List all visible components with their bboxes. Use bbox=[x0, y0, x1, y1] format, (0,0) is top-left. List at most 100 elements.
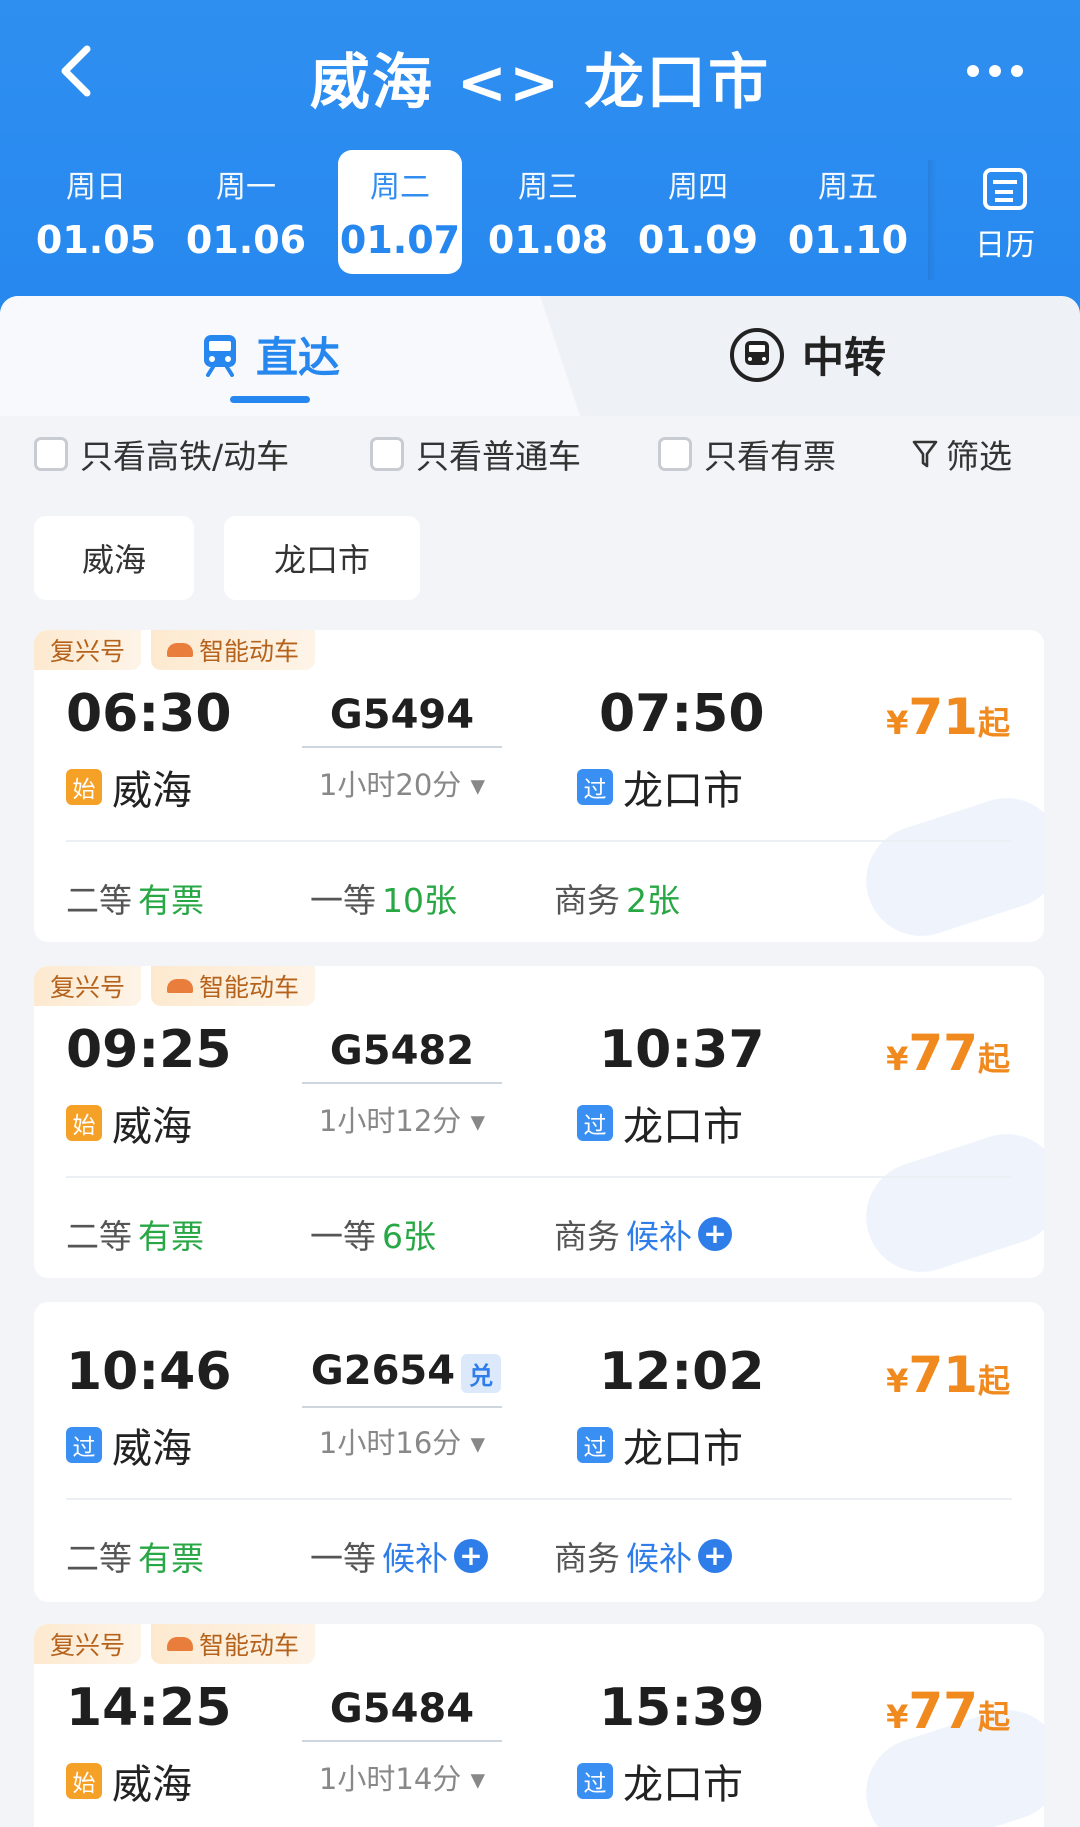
date-item[interactable]: 周五 01.10 bbox=[786, 150, 910, 274]
departure-station: 始 威海 bbox=[66, 1752, 192, 1810]
train-number: G5482 bbox=[329, 1028, 475, 1074]
calendar-button[interactable]: 日历 bbox=[945, 156, 1065, 276]
caret-down-icon: ▾ bbox=[470, 1104, 486, 1138]
train-icon bbox=[204, 334, 236, 377]
filter-normal[interactable]: 只看普通车 bbox=[370, 430, 581, 478]
filter-button[interactable]: 筛选 bbox=[912, 430, 1012, 478]
card-divider bbox=[66, 840, 1012, 842]
fuxing-badge: 复兴号 bbox=[34, 966, 142, 1006]
station-chip-destination[interactable]: 龙口市 bbox=[224, 516, 420, 600]
date-item[interactable]: 周三 01.08 bbox=[486, 150, 610, 274]
train-number: G5494 bbox=[329, 692, 475, 738]
tab-underline bbox=[230, 396, 310, 403]
plus-icon[interactable]: + bbox=[698, 1217, 732, 1251]
calendar-icon bbox=[983, 168, 1027, 210]
seat-first-class[interactable]: 一等 候补 + bbox=[310, 1532, 554, 1580]
departure-time: 10:46 bbox=[66, 1342, 232, 1402]
caret-down-icon: ▾ bbox=[470, 1762, 486, 1796]
date-item[interactable]: 周一 01.06 bbox=[184, 150, 308, 274]
checkbox[interactable] bbox=[34, 437, 68, 471]
arrival-station: 过 龙口市 bbox=[577, 1752, 743, 1810]
smart-train-badge: 智能动车 bbox=[151, 966, 316, 1006]
seat-business-class[interactable]: 商务 候补 + bbox=[554, 1532, 798, 1580]
departure-station: 过 威海 bbox=[66, 1416, 192, 1474]
card-divider bbox=[66, 1176, 1012, 1178]
departure-station: 始 威海 bbox=[66, 758, 192, 816]
page-title: 威海 <> 龙口市 bbox=[309, 48, 771, 118]
seat-availability: 二等 有票 一等 10张 商务 2张 bbox=[66, 874, 798, 922]
tab-direct[interactable]: 直达 bbox=[200, 324, 340, 385]
plus-icon[interactable]: + bbox=[698, 1539, 732, 1573]
departure-station: 始 威海 bbox=[66, 1094, 192, 1152]
seat-business-class: 商务 2张 bbox=[554, 881, 680, 920]
price: ¥77 起 bbox=[886, 1024, 1010, 1082]
seat-first-class: 一等 10张 bbox=[310, 881, 457, 920]
arrival-time: 12:02 bbox=[599, 1342, 765, 1402]
start-tag: 始 bbox=[66, 769, 102, 805]
date-item-selected[interactable]: 周二 01.07 bbox=[338, 150, 462, 274]
train-nose-icon bbox=[167, 1637, 194, 1651]
checkbox[interactable] bbox=[370, 437, 404, 471]
train-card[interactable]: 复兴号 智能动车 09:25 G5482 10:37 ¥77 起 始 威海 1小时… bbox=[34, 966, 1044, 1278]
date-item[interactable]: 周四 01.09 bbox=[636, 150, 760, 274]
date-strip: 周日 01.05 周一 01.06 周二 01.07 周三 01.08 周四 0… bbox=[28, 146, 928, 276]
fuxing-badge: 复兴号 bbox=[34, 630, 142, 670]
duration[interactable]: 1小时20分 ▾ bbox=[302, 762, 502, 804]
train-nose-icon bbox=[167, 643, 194, 657]
train-card[interactable]: 复兴号 智能动车 14:25 G5484 15:39 ¥77 起 始 威海 1小时… bbox=[34, 1624, 1044, 1827]
departure-time: 09:25 bbox=[66, 1020, 232, 1080]
duration[interactable]: 1小时16分 ▾ bbox=[302, 1420, 502, 1462]
train-line bbox=[302, 1740, 502, 1742]
filter-high-speed[interactable]: 只看高铁/动车 bbox=[34, 430, 289, 478]
pass-tag: 过 bbox=[577, 769, 613, 805]
train-line bbox=[302, 1082, 502, 1084]
date-item[interactable]: 周日 01.05 bbox=[34, 150, 158, 274]
caret-down-icon: ▾ bbox=[470, 768, 486, 802]
arrival-station: 过 龙口市 bbox=[577, 1094, 743, 1152]
train-nose-icon bbox=[167, 979, 194, 993]
tab-transfer[interactable]: 中转 bbox=[728, 324, 886, 385]
arrival-time: 07:50 bbox=[599, 684, 765, 744]
station-chip-origin[interactable]: 威海 bbox=[34, 516, 194, 600]
start-tag: 始 bbox=[66, 1763, 102, 1799]
train-line bbox=[302, 746, 502, 748]
smart-train-badge: 智能动车 bbox=[151, 1624, 316, 1664]
station-chips: 威海 龙口市 bbox=[34, 516, 420, 600]
more-dots-icon bbox=[967, 65, 979, 77]
funnel-icon bbox=[912, 440, 938, 468]
seat-availability: 二等 有票 一等 候补 + 商务 候补 + bbox=[66, 1532, 798, 1580]
pass-tag: 过 bbox=[577, 1763, 613, 1799]
train-number: G5484 bbox=[329, 1686, 475, 1732]
train-card[interactable]: 10:46 G2654 兑 12:02 ¥71 起 过 威海 1小时16分 ▾ 过 … bbox=[34, 1302, 1044, 1602]
arrival-station: 过 龙口市 bbox=[577, 1416, 743, 1474]
price: ¥71 起 bbox=[886, 1346, 1010, 1404]
exchange-badge: 兑 bbox=[461, 1353, 502, 1393]
filter-bar: 只看高铁/动车 只看普通车 只看有票 筛选 bbox=[0, 430, 1080, 490]
header: 威海 <> 龙口市 周日 01.05 周一 01.06 周二 01.07 周三 … bbox=[0, 0, 1080, 330]
fuxing-badge: 复兴号 bbox=[34, 1624, 142, 1664]
card-decoration bbox=[851, 783, 1044, 942]
checkbox[interactable] bbox=[658, 437, 692, 471]
card-decoration bbox=[851, 1119, 1044, 1278]
seat-second-class: 二等 有票 bbox=[66, 881, 204, 920]
filter-available[interactable]: 只看有票 bbox=[658, 430, 836, 478]
seat-second-class: 二等 有票 bbox=[66, 1539, 204, 1578]
card-divider bbox=[66, 1498, 1012, 1500]
plus-icon[interactable]: + bbox=[454, 1539, 488, 1573]
price: ¥71 起 bbox=[886, 688, 1010, 746]
train-card[interactable]: 复兴号 智能动车 06:30 G5494 07:50 ¥71 起 始 威海 1小时… bbox=[34, 630, 1044, 942]
seat-business-class[interactable]: 商务 候补 + bbox=[554, 1210, 798, 1258]
arrival-time: 10:37 bbox=[599, 1020, 765, 1080]
date-strip-divider bbox=[928, 160, 936, 280]
price: ¥77 起 bbox=[886, 1682, 1010, 1740]
seat-availability: 二等 有票 一等 6张 商务 候补 + bbox=[66, 1210, 798, 1258]
more-button[interactable] bbox=[950, 46, 1040, 96]
duration[interactable]: 1小时14分 ▾ bbox=[302, 1756, 502, 1798]
seat-second-class: 二等 有票 bbox=[66, 1217, 204, 1256]
transfer-icon bbox=[730, 327, 784, 382]
pass-tag: 过 bbox=[577, 1105, 613, 1141]
smart-train-badge: 智能动车 bbox=[151, 630, 316, 670]
mode-tabs: 直达 中转 bbox=[0, 296, 1080, 416]
duration[interactable]: 1小时12分 ▾ bbox=[302, 1098, 502, 1140]
train-line bbox=[302, 1406, 502, 1408]
